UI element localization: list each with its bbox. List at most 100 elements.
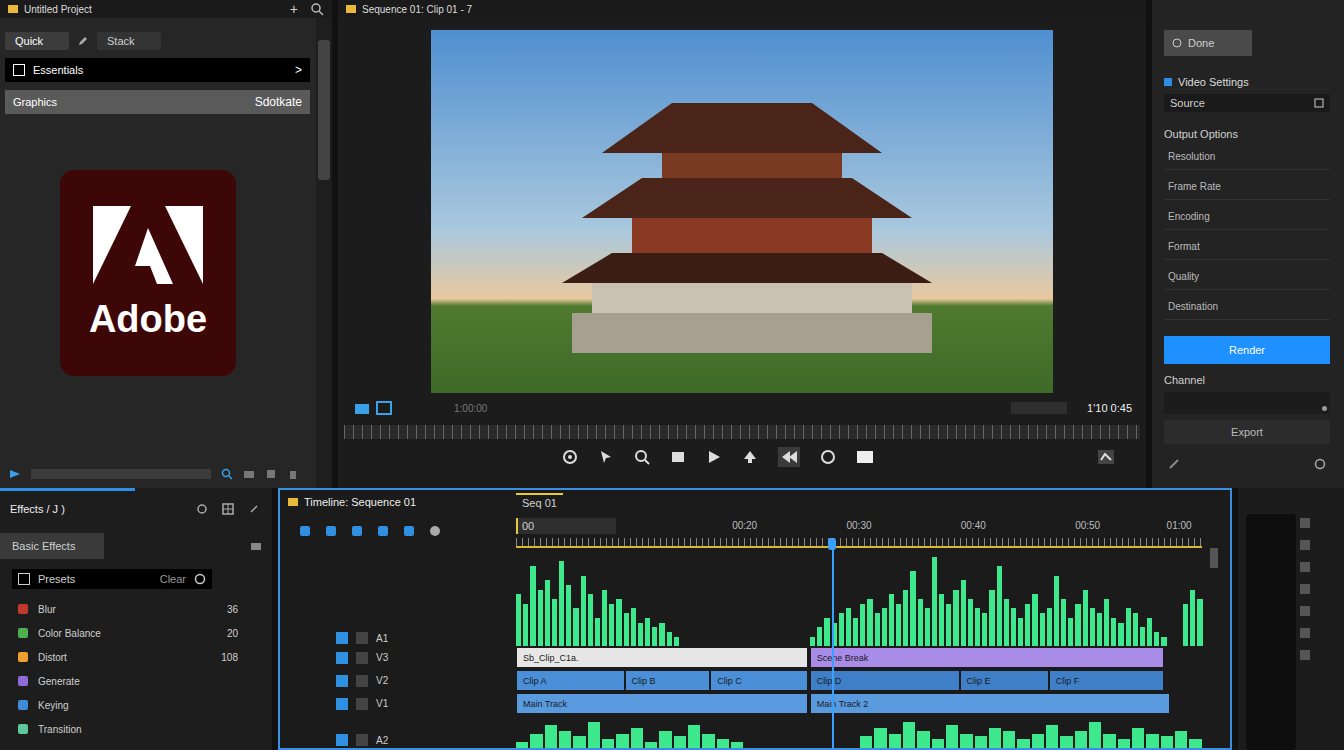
- monitor-icon: [346, 5, 356, 13]
- monitor-controls: 1:00:00 1'10 0:45: [338, 393, 1146, 417]
- timecode-field[interactable]: 00: [516, 518, 616, 534]
- track-lock-icon[interactable]: [336, 675, 348, 687]
- folder-icon[interactable]: [243, 468, 255, 480]
- clip[interactable]: Sb_Clip_C1a.: [516, 647, 808, 668]
- list-view-icon[interactable]: [9, 468, 21, 480]
- media-tab[interactable]: Quick: [5, 32, 69, 50]
- folder-icon[interactable]: [354, 401, 370, 415]
- play-icon[interactable]: [706, 449, 722, 465]
- add-button[interactable]: +: [284, 2, 304, 16]
- track-visibility-icon[interactable]: [356, 632, 368, 644]
- rewind-icon[interactable]: [778, 447, 800, 467]
- pan-icon[interactable]: [1300, 584, 1310, 594]
- scrollbar[interactable]: [1210, 548, 1218, 568]
- effect-item[interactable]: Transition: [0, 719, 272, 739]
- track-visibility-icon[interactable]: [356, 698, 368, 710]
- record-icon[interactable]: [820, 449, 836, 465]
- zoom-slider[interactable]: [31, 469, 211, 479]
- channel-slider[interactable]: [1164, 392, 1330, 414]
- effect-icon: [18, 700, 28, 710]
- select-tool-icon[interactable]: [298, 524, 312, 538]
- cursor-icon[interactable]: [598, 449, 614, 465]
- media-tabs: Quick Stack: [5, 32, 310, 50]
- mute-icon[interactable]: [1300, 540, 1310, 550]
- setting-row[interactable]: Encoding: [1164, 206, 1330, 230]
- setting-row[interactable]: Format: [1164, 236, 1330, 260]
- grid-icon[interactable]: [222, 503, 234, 515]
- hand-tool-icon[interactable]: [428, 524, 442, 538]
- source-field[interactable]: Source: [1164, 94, 1330, 112]
- export-frame-icon[interactable]: [856, 449, 874, 465]
- settings-icon[interactable]: [1096, 448, 1116, 466]
- render-button[interactable]: Render: [1164, 336, 1330, 364]
- media-tab[interactable]: Stack: [97, 32, 161, 50]
- clip[interactable]: Clip C: [710, 670, 807, 691]
- clip[interactable]: Clip E: [960, 670, 1049, 691]
- media-row[interactable]: Graphics Sdotkate: [5, 90, 310, 114]
- track-visibility-icon[interactable]: [356, 734, 368, 746]
- clip[interactable]: Clip A: [516, 670, 625, 691]
- trash-icon[interactable]: [287, 468, 299, 480]
- sequence-tab[interactable]: Seq 01: [516, 493, 563, 511]
- setting-row[interactable]: Quality: [1164, 266, 1330, 290]
- zoom-icon[interactable]: [634, 449, 650, 465]
- effect-item[interactable]: Keying: [0, 695, 272, 715]
- media-row[interactable]: Essentials >: [5, 58, 310, 82]
- track-visibility-icon[interactable]: [356, 652, 368, 664]
- effect-item[interactable]: Distort 108: [0, 647, 272, 667]
- new-item-icon[interactable]: [265, 468, 277, 480]
- presets-row[interactable]: Presets Clear: [12, 569, 212, 589]
- setting-row[interactable]: Destination: [1164, 296, 1330, 320]
- monitor-header: Sequence 01: Clip 01 - 7: [338, 0, 1146, 18]
- pen-tool-icon[interactable]: [402, 524, 416, 538]
- slip-tool-icon[interactable]: [376, 524, 390, 538]
- collapse-icon[interactable]: [248, 503, 260, 515]
- track-lock-icon[interactable]: [336, 698, 348, 710]
- clip[interactable]: Main Track: [516, 693, 808, 714]
- folder-icon[interactable]: [250, 540, 262, 552]
- up-arrow-icon[interactable]: [742, 449, 758, 465]
- track-visibility-icon[interactable]: [356, 675, 368, 687]
- fx-icon[interactable]: [196, 503, 208, 515]
- book-icon[interactable]: [670, 449, 686, 465]
- search-icon[interactable]: [221, 468, 233, 480]
- out-icon[interactable]: [1300, 650, 1310, 660]
- setting-row[interactable]: Resolution: [1164, 146, 1330, 170]
- timecode: 1:00:00: [454, 403, 487, 414]
- scrollbar[interactable]: [316, 18, 332, 488]
- track-lock-icon[interactable]: [336, 734, 348, 746]
- monitor-scrubber[interactable]: [344, 425, 1140, 439]
- export-button[interactable]: Export: [1164, 420, 1330, 444]
- effect-item[interactable]: Blur 36: [0, 599, 272, 619]
- link-icon[interactable]: [1168, 458, 1180, 470]
- power-icon[interactable]: [1314, 458, 1326, 470]
- clip[interactable]: Main Track 2: [810, 693, 1170, 714]
- project-title: Untitled Project: [24, 4, 92, 15]
- search-icon[interactable]: [310, 2, 324, 16]
- bus-icon[interactable]: [1300, 606, 1310, 616]
- done-button[interactable]: Done: [1164, 30, 1252, 56]
- ripple-tool-icon[interactable]: [324, 524, 338, 538]
- time-ruler[interactable]: 00 00:2000:3000:4000:5001:00: [516, 514, 1202, 548]
- ruler-label: 00:30: [846, 520, 871, 531]
- pencil-icon[interactable]: [77, 35, 89, 47]
- clip[interactable]: Scene Break: [810, 647, 1164, 668]
- zoom-field[interactable]: [1011, 402, 1067, 414]
- effects-tab[interactable]: Basic Effects: [0, 533, 104, 559]
- target-icon[interactable]: [562, 449, 578, 465]
- meter-icon[interactable]: [1300, 562, 1310, 572]
- track-lock-icon[interactable]: [336, 652, 348, 664]
- solo-icon[interactable]: [1300, 518, 1310, 528]
- fx-icon[interactable]: [1300, 628, 1310, 638]
- grid-icon[interactable]: [376, 401, 392, 415]
- effect-item[interactable]: Color Balance 20: [0, 623, 272, 643]
- razor-tool-icon[interactable]: [350, 524, 364, 538]
- clip[interactable]: Clip B: [625, 670, 711, 691]
- globe-icon[interactable]: [194, 573, 206, 585]
- audio-meter-panel: [1238, 488, 1344, 750]
- effect-icon: [18, 676, 28, 686]
- track-lock-icon[interactable]: [336, 632, 348, 644]
- effect-item[interactable]: Generate: [0, 671, 272, 691]
- setting-row[interactable]: Frame Rate: [1164, 176, 1330, 200]
- clip[interactable]: Clip F: [1049, 670, 1164, 691]
